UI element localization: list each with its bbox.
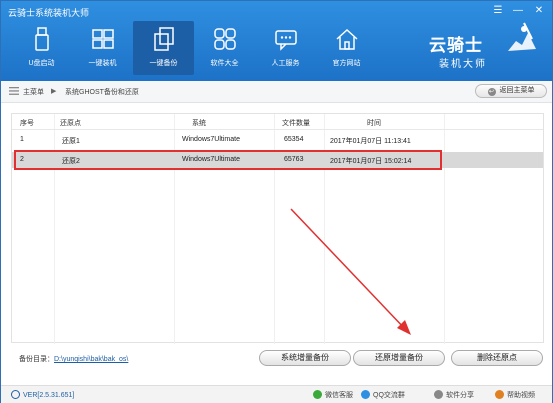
logo-subtitle: 装机大师 (439, 59, 487, 70)
share-icon (434, 390, 443, 399)
share-label: 软件分享 (446, 392, 474, 399)
system-incremental-backup-button[interactable]: 系统增量备份 (259, 350, 351, 366)
nav-one-click-backup[interactable]: 一键备份 (133, 21, 194, 75)
nav-label: 一键备份 (149, 60, 178, 67)
chat-icon (274, 30, 297, 51)
column-divider (54, 114, 55, 344)
nav-human-service[interactable]: 人工服务 (255, 21, 316, 75)
cell-restore-point: 还原1 (62, 138, 80, 145)
breadcrumb-current: 系统GHOST备份和还原 (65, 89, 139, 96)
cell-time: 2017年01月07日 11:13:41 (330, 138, 411, 145)
apps-icon (213, 28, 236, 50)
nav-label: U盘启动 (28, 60, 55, 67)
qq-group[interactable]: QQ交流群 (361, 390, 405, 400)
breadcrumb: 主菜单 ▶ 系统GHOST备份和还原 (1, 81, 552, 103)
header-file-count[interactable]: 文件数量 (282, 118, 310, 128)
menu-icon[interactable]: ☰ (490, 4, 506, 18)
help-label: 帮助视频 (507, 392, 535, 399)
back-button-label: 返回主菜单 (499, 87, 535, 94)
wechat-icon (313, 390, 322, 399)
column-divider (174, 114, 175, 344)
status-bar: VER[2.5.31.651] 微信客服 QQ交流群 软件分享 帮助视频 (1, 385, 552, 403)
selection-highlight-box (14, 150, 442, 170)
back-arrow-icon: ↩ (487, 88, 496, 96)
copy-icon (153, 27, 174, 51)
qq-icon (361, 390, 370, 399)
delete-restore-point-button[interactable]: 删除还原点 (451, 350, 543, 366)
breadcrumb-home[interactable]: 主菜单 (23, 87, 44, 97)
nav-label: 一键装机 (88, 60, 117, 67)
cell-file-count: 65354 (284, 136, 304, 143)
title-bar: 云骑士系统装机大师 ☰ — ✕ U盘启动 一键装机 一键备份 软件大全 人工服务… (1, 1, 552, 89)
help-video-icon (495, 390, 504, 399)
table-header: 序号 还原点 系统 文件数量 时间 (12, 114, 543, 130)
version-info: VER[2.5.31.651] (11, 390, 74, 399)
version-icon (11, 390, 20, 399)
cell-system: Windows7Ultimate (182, 136, 240, 143)
home-icon (335, 28, 358, 50)
backup-dir-link[interactable]: D:\yunqishi\bak\bak_os\ (54, 356, 128, 363)
version-text: VER[2.5.31.651] (23, 392, 75, 399)
restore-incremental-backup-button[interactable]: 还原增量备份 (353, 350, 445, 366)
minimize-button[interactable]: — (510, 4, 526, 18)
restore-point-table: 序号 还原点 系统 文件数量 时间 1 还原1 Windows7Ultimate… (11, 113, 544, 344)
brand-logo: 云骑士 装机大师 (429, 19, 539, 75)
windows-icon (91, 29, 114, 49)
nav-one-click-install[interactable]: 一键装机 (72, 21, 133, 75)
breadcrumb-separator-icon: ▶ (51, 88, 57, 95)
main-nav: U盘启动 一键装机 一键备份 软件大全 人工服务 官方网站 (11, 21, 377, 75)
nav-usb-boot[interactable]: U盘启动 (11, 21, 72, 75)
nav-software[interactable]: 软件大全 (194, 21, 255, 75)
qq-label: QQ交流群 (373, 392, 405, 399)
header-time[interactable]: 时间 (367, 118, 381, 128)
nav-label: 软件大全 (210, 60, 239, 67)
back-to-main-button[interactable]: ↩ 返回主菜单 (475, 84, 547, 98)
logo-title: 云骑士 (429, 36, 483, 56)
knight-icon (508, 22, 536, 51)
app-window: 云骑士系统装机大师 ☰ — ✕ U盘启动 一键装机 一键备份 软件大全 人工服务… (0, 0, 553, 403)
backup-directory: 备份目录：D:\yunqishi\bak\bak_os\ (19, 354, 128, 364)
nav-label: 官方网站 (332, 60, 361, 67)
cell-seq: 1 (20, 136, 24, 143)
software-share[interactable]: 软件分享 (434, 390, 474, 400)
backup-dir-label: 备份目录： (19, 356, 54, 363)
usb-drive-icon (34, 27, 49, 51)
header-restore-point[interactable]: 还原点 (60, 118, 81, 128)
nav-label: 人工服务 (271, 60, 300, 67)
header-system[interactable]: 系统 (192, 118, 206, 128)
column-divider (274, 114, 275, 344)
table-row[interactable]: 1 还原1 Windows7Ultimate 65354 2017年01月07日… (12, 132, 543, 148)
nav-official-site[interactable]: 官方网站 (316, 21, 377, 75)
header-seq[interactable]: 序号 (20, 118, 34, 128)
annotation-arrow (290, 208, 411, 335)
wechat-label: 微信客服 (325, 392, 353, 399)
list-icon (9, 87, 19, 95)
app-title: 云骑士系统装机大师 (8, 8, 90, 18)
help-video[interactable]: 帮助视频 (495, 390, 535, 400)
column-divider (444, 114, 445, 344)
close-button[interactable]: ✕ (531, 4, 547, 18)
wechat-service[interactable]: 微信客服 (313, 390, 353, 400)
